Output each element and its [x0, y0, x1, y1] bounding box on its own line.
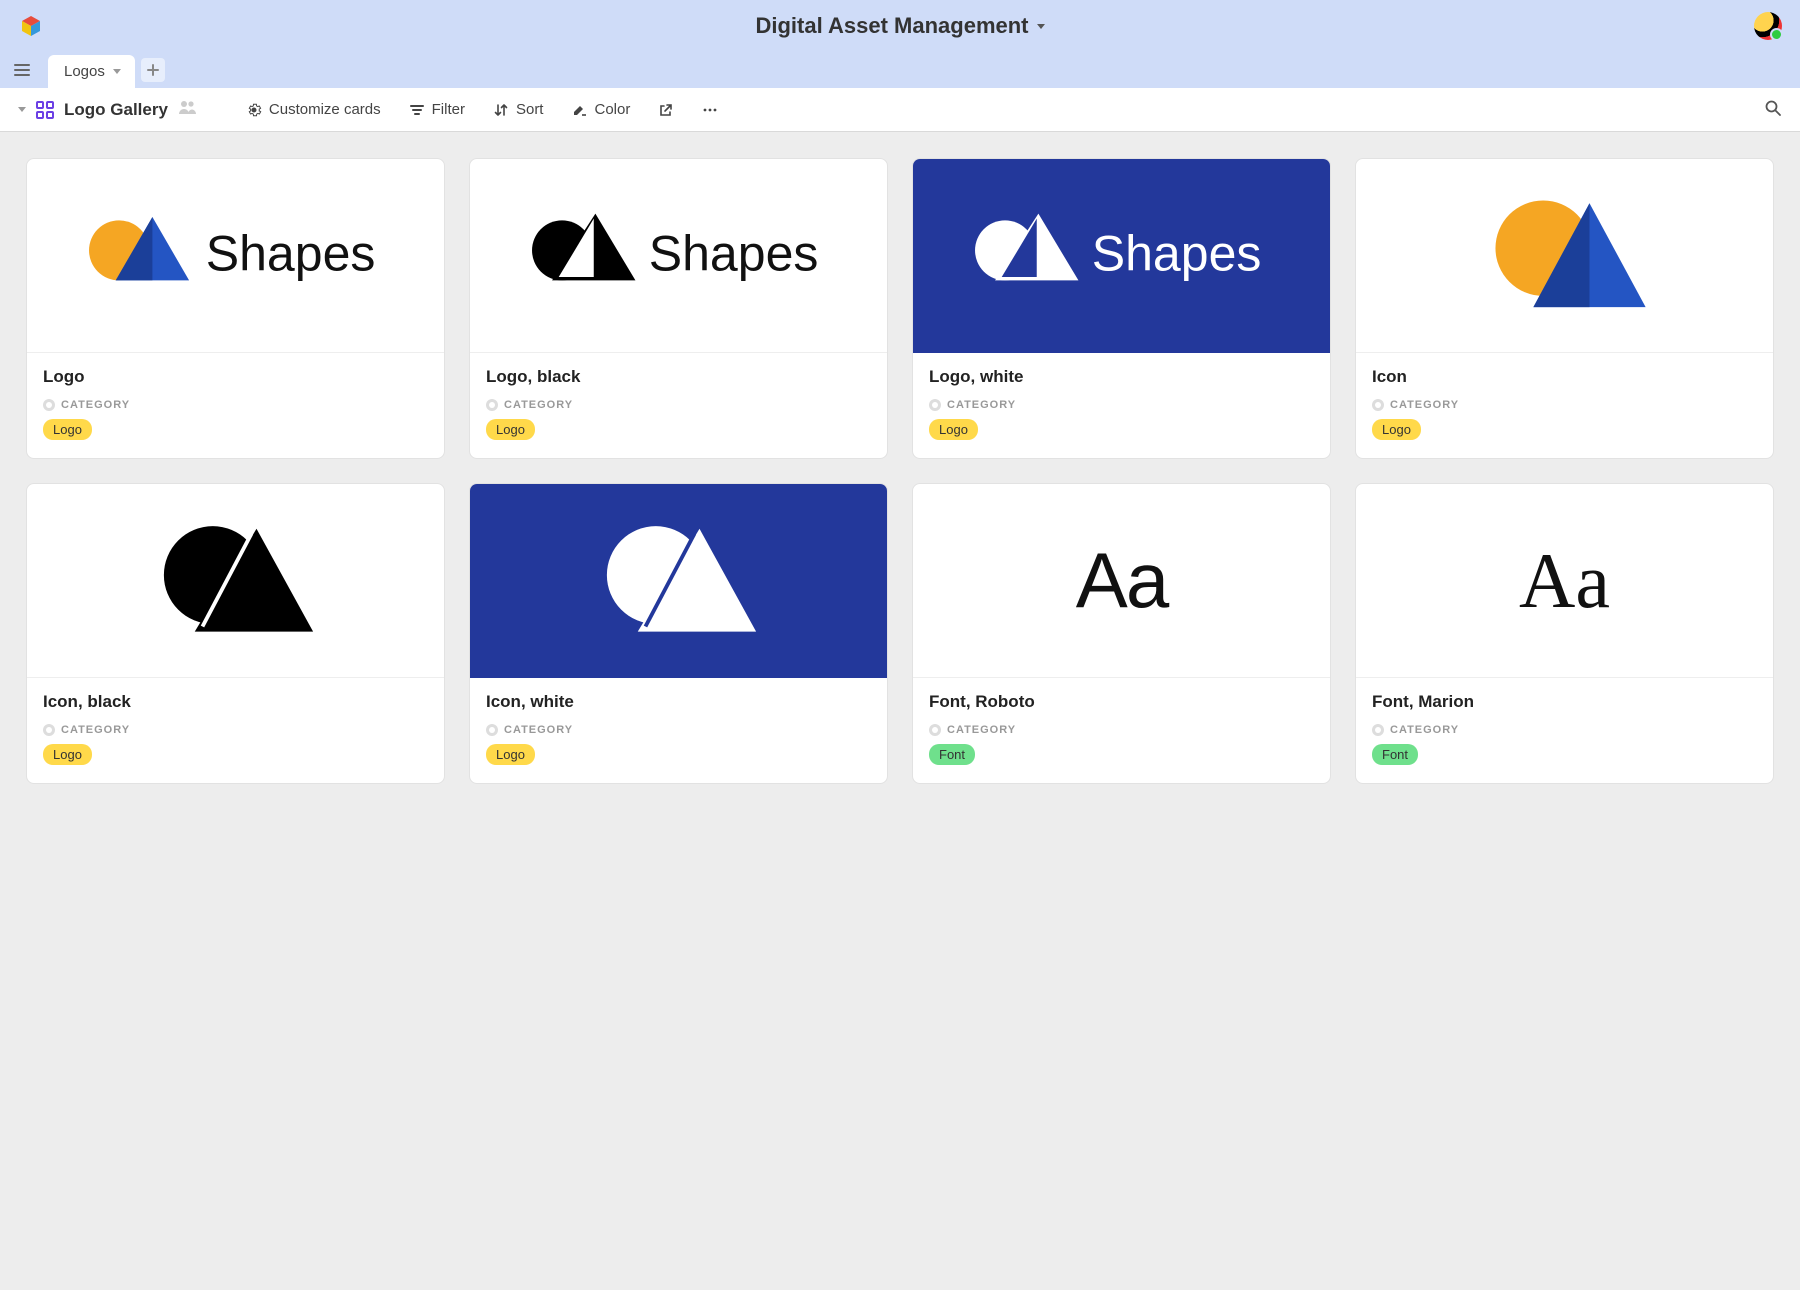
card-icon-black[interactable]: Icon, black CATEGORY Logo — [26, 483, 445, 784]
card-title: Logo, white — [929, 367, 1314, 387]
category-dot-icon — [486, 724, 498, 736]
color-label: Color — [594, 101, 630, 118]
card-thumbnail: Shapes — [470, 159, 887, 353]
collapse-views-icon[interactable] — [18, 107, 26, 112]
tab-label: Logos — [64, 63, 105, 80]
workspace-title[interactable]: Digital Asset Management — [755, 13, 1044, 39]
svg-text:Shapes: Shapes — [1091, 226, 1261, 282]
filter-button[interactable]: Filter — [409, 101, 465, 118]
category-label: CATEGORY — [1390, 724, 1459, 736]
card-title: Logo, black — [486, 367, 871, 387]
filter-label: Filter — [432, 101, 465, 118]
card-body: Logo CATEGORY Logo — [27, 353, 444, 458]
collaborators-icon[interactable] — [178, 99, 198, 120]
view-name[interactable]: Logo Gallery — [64, 100, 168, 120]
card-title: Font, Roboto — [929, 692, 1314, 712]
tag-font: Font — [929, 744, 975, 765]
card-thumbnail: Shapes — [27, 159, 444, 353]
card-title: Logo — [43, 367, 428, 387]
tag-logo: Logo — [486, 744, 535, 765]
card-body: Logo, black CATEGORY Logo — [470, 353, 887, 458]
card-icon[interactable]: Icon CATEGORY Logo — [1355, 158, 1774, 459]
customize-cards-button[interactable]: Customize cards — [246, 101, 381, 118]
workspace-title-text: Digital Asset Management — [755, 13, 1028, 39]
category-label: CATEGORY — [61, 724, 130, 736]
chevron-down-icon — [1037, 24, 1045, 29]
category-dot-icon — [43, 724, 55, 736]
category-label: CATEGORY — [947, 724, 1016, 736]
card-title: Font, Marion — [1372, 692, 1757, 712]
category-dot-icon — [43, 399, 55, 411]
title-bar: Digital Asset Management — [0, 0, 1800, 52]
view-toolbar: Logo Gallery Customize cards Filter Sort… — [0, 88, 1800, 132]
category-dot-icon — [929, 724, 941, 736]
more-options-button[interactable] — [702, 102, 718, 118]
card-thumbnail: Aa — [1356, 484, 1773, 678]
category-label: CATEGORY — [504, 724, 573, 736]
category-label: CATEGORY — [504, 399, 573, 411]
card-thumbnail: Aa — [913, 484, 1330, 678]
card-body: Font, Roboto CATEGORY Font — [913, 678, 1330, 783]
sort-button[interactable]: Sort — [493, 101, 544, 118]
card-body: Logo, white CATEGORY Logo — [913, 353, 1330, 458]
card-font-marion[interactable]: Aa Font, Marion CATEGORY Font — [1355, 483, 1774, 784]
add-tab-button[interactable] — [141, 58, 165, 82]
svg-text:Shapes: Shapes — [648, 226, 818, 282]
card-thumbnail — [1356, 159, 1773, 353]
search-icon[interactable] — [1764, 99, 1782, 120]
card-logo-white[interactable]: Shapes Logo, white CATEGORY Logo — [912, 158, 1331, 459]
category-dot-icon — [1372, 399, 1384, 411]
card-thumbnail — [27, 484, 444, 678]
card-thumbnail: Shapes — [913, 159, 1330, 353]
category-dot-icon — [486, 399, 498, 411]
font-specimen-icon: Aa — [1076, 535, 1167, 626]
font-specimen-icon: Aa — [1519, 536, 1610, 626]
category-label: CATEGORY — [947, 399, 1016, 411]
tag-logo: Logo — [929, 419, 978, 440]
card-font-roboto[interactable]: Aa Font, Roboto CATEGORY Font — [912, 483, 1331, 784]
card-title: Icon — [1372, 367, 1757, 387]
card-body: Icon, black CATEGORY Logo — [27, 678, 444, 783]
category-dot-icon — [929, 399, 941, 411]
card-title: Icon, black — [43, 692, 428, 712]
tag-font: Font — [1372, 744, 1418, 765]
tabs-bar: Logos — [0, 52, 1800, 88]
card-body: Font, Marion CATEGORY Font — [1356, 678, 1773, 783]
category-label: CATEGORY — [1390, 399, 1459, 411]
card-title: Icon, white — [486, 692, 871, 712]
card-icon-white[interactable]: Icon, white CATEGORY Logo — [469, 483, 888, 784]
svg-text:Shapes: Shapes — [205, 226, 375, 282]
category-label: CATEGORY — [61, 399, 130, 411]
card-body: Icon CATEGORY Logo — [1356, 353, 1773, 458]
card-logo-black[interactable]: Shapes Logo, black CATEGORY Logo — [469, 158, 888, 459]
tag-logo: Logo — [1372, 419, 1421, 440]
category-dot-icon — [1372, 724, 1384, 736]
tag-logo: Logo — [43, 419, 92, 440]
chevron-down-icon — [113, 69, 121, 74]
user-avatar[interactable] — [1754, 12, 1782, 40]
card-gallery: Shapes Logo CATEGORY Logo Shapes Logo, b… — [0, 132, 1800, 810]
tag-logo: Logo — [486, 419, 535, 440]
tag-logo: Logo — [43, 744, 92, 765]
gallery-view-icon — [36, 101, 54, 119]
card-logo[interactable]: Shapes Logo CATEGORY Logo — [26, 158, 445, 459]
share-button[interactable] — [658, 102, 674, 118]
app-logo-icon[interactable] — [18, 13, 44, 39]
customize-label: Customize cards — [269, 101, 381, 118]
sort-label: Sort — [516, 101, 544, 118]
card-thumbnail — [470, 484, 887, 678]
color-button[interactable]: Color — [571, 101, 630, 118]
card-body: Icon, white CATEGORY Logo — [470, 678, 887, 783]
menu-icon[interactable] — [14, 64, 36, 76]
tab-logos[interactable]: Logos — [48, 55, 135, 88]
